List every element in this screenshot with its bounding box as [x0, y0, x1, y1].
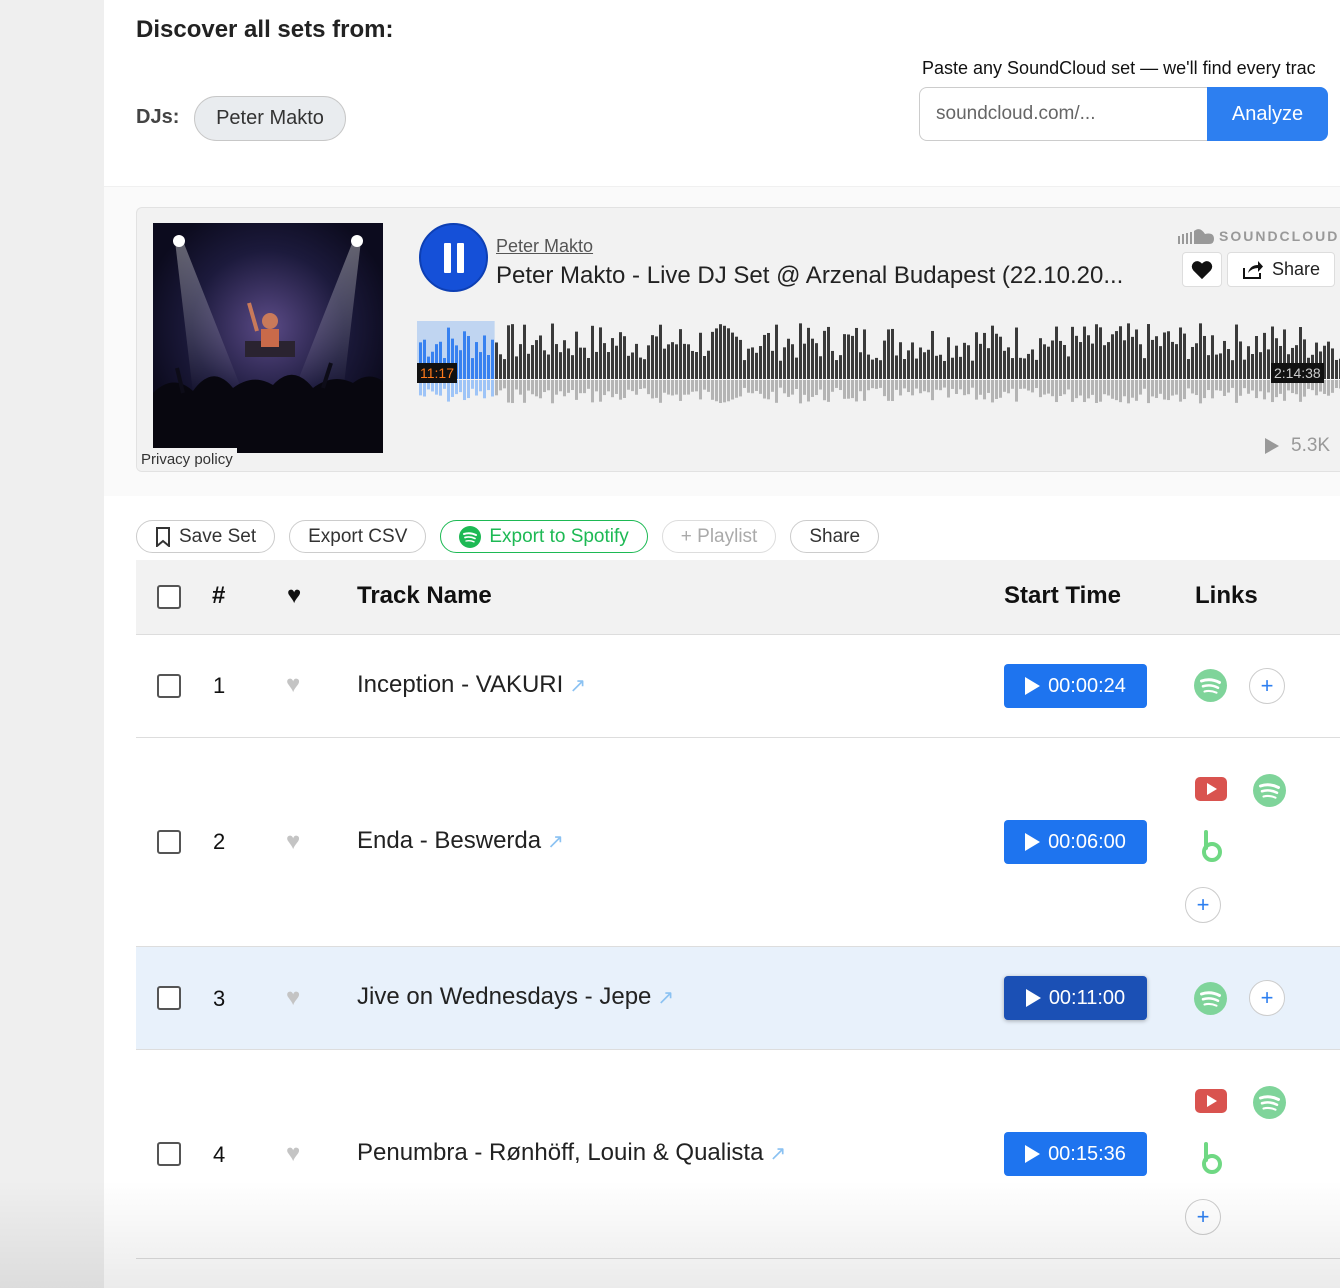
- table-header: # ♥ Track Name Start Time Links: [136, 560, 1340, 635]
- favorite-heart-icon[interactable]: ♥: [286, 984, 300, 1012]
- export-spotify-button[interactable]: Export to Spotify: [440, 520, 648, 553]
- play-icon: [1025, 833, 1041, 851]
- start-time-label: 00:00:24: [1048, 674, 1126, 697]
- like-button[interactable]: [1182, 252, 1222, 287]
- row-number: 4: [213, 1142, 226, 1167]
- header-number: #: [212, 582, 226, 609]
- soundcloud-icon: [1178, 229, 1214, 244]
- dj-chip-peter-makto[interactable]: Peter Makto: [194, 96, 346, 141]
- external-link-icon[interactable]: ↗: [547, 831, 564, 853]
- favorite-heart-icon[interactable]: ♥: [286, 1140, 300, 1168]
- add-link-button[interactable]: +: [1185, 887, 1221, 923]
- set-actions-toolbar: Save Set Export CSV Export to Spotify + …: [136, 520, 893, 553]
- set-title[interactable]: Peter Makto - Live DJ Set @ Arzenal Buda…: [496, 262, 1123, 290]
- header-start-time: Start Time: [1004, 582, 1121, 609]
- table-row: 2 ♥ Enda - Beswerda ↗ 00:06:00 +: [136, 738, 1340, 947]
- start-time-label: 00:11:00: [1048, 986, 1126, 1009]
- uploader-link[interactable]: Peter Makto: [496, 236, 593, 257]
- start-time-button[interactable]: 00:06:00: [1004, 820, 1147, 864]
- total-duration: 2:14:38: [1271, 363, 1324, 383]
- row-checkbox[interactable]: [157, 986, 181, 1010]
- play-count-icon: [1265, 438, 1279, 454]
- play-icon: [1025, 1145, 1041, 1163]
- track-name-text: Inception - VAKURI: [357, 671, 564, 698]
- track-name-text: Enda - Beswerda: [357, 827, 542, 854]
- player-share-label: Share: [1271, 259, 1321, 279]
- soundcloud-brand-text: SOUNDCLOUD: [1219, 228, 1340, 244]
- row-checkbox[interactable]: [157, 674, 181, 698]
- soundcloud-player: Privacy policy Peter Makto Peter Makto -…: [136, 207, 1340, 472]
- spotify-link-icon[interactable]: [1194, 669, 1227, 702]
- table-row: 1 ♥ Inception - VAKURI ↗ 00:00:24 +: [136, 635, 1340, 738]
- analyze-button[interactable]: Analyze: [1207, 87, 1328, 141]
- heart-icon: [1191, 260, 1213, 279]
- export-spotify-label: Export to Spotify: [489, 525, 629, 547]
- soundcloud-logo[interactable]: SOUNDCLOUD: [1178, 228, 1339, 244]
- page-title: Discover all sets from:: [136, 16, 394, 43]
- add-link-button[interactable]: +: [1185, 1199, 1221, 1235]
- header-favorite: ♥: [287, 582, 302, 609]
- set-artwork: [153, 223, 383, 453]
- soundcloud-url-input[interactable]: [919, 87, 1209, 141]
- track-name[interactable]: Enda - Beswerda ↗: [357, 827, 564, 855]
- row-number: 1: [213, 673, 226, 698]
- add-link-button[interactable]: +: [1249, 980, 1285, 1016]
- djs-label: DJs:: [136, 106, 180, 128]
- table-row: 4 ♥ Penumbra - Rønhöff, Louin & Qualista…: [136, 1050, 1340, 1259]
- pause-button[interactable]: [419, 223, 488, 292]
- track-name[interactable]: Inception - VAKURI ↗: [357, 671, 586, 699]
- save-set-label: Save Set: [179, 525, 257, 547]
- export-csv-button[interactable]: Export CSV: [289, 520, 427, 553]
- analyze-hint: Paste any SoundCloud set — we'll find ev…: [922, 58, 1316, 78]
- start-time-button[interactable]: 00:11:00: [1004, 976, 1147, 1020]
- play-icon: [1025, 989, 1041, 1007]
- start-time-button[interactable]: 00:00:24: [1004, 664, 1147, 708]
- privacy-policy-link[interactable]: Privacy policy: [137, 448, 237, 471]
- waveform[interactable]: [417, 321, 1340, 413]
- beatport-link-icon[interactable]: [1197, 1142, 1227, 1176]
- spotify-link-icon[interactable]: [1194, 982, 1227, 1015]
- main-page: Discover all sets from: DJs: Peter Makto…: [104, 0, 1340, 1288]
- player-section: Privacy policy Peter Makto Peter Makto -…: [104, 186, 1340, 496]
- share-icon: [1242, 260, 1263, 279]
- tracklist-table: # ♥ Track Name Start Time Links 1 ♥ Ince…: [136, 560, 1340, 1259]
- current-time: 11:17: [417, 363, 457, 383]
- row-checkbox[interactable]: [157, 1142, 181, 1166]
- save-set-button[interactable]: Save Set: [136, 520, 276, 553]
- start-time-label: 00:15:36: [1048, 1142, 1126, 1165]
- bookmark-icon: [156, 526, 170, 547]
- favorite-heart-icon[interactable]: ♥: [286, 671, 300, 699]
- youtube-link-icon[interactable]: [1195, 1088, 1227, 1114]
- external-link-icon[interactable]: ↗: [569, 675, 586, 697]
- external-link-icon[interactable]: ↗: [657, 987, 674, 1009]
- add-link-button[interactable]: +: [1249, 668, 1285, 704]
- row-number: 2: [213, 829, 226, 854]
- table-row-active: 3 ♥ Jive on Wednesdays - Jepe ↗ 00:11:00 …: [136, 947, 1340, 1050]
- pause-icon: [443, 242, 451, 273]
- beatport-link-icon[interactable]: [1197, 830, 1227, 864]
- share-set-button[interactable]: Share: [790, 520, 880, 553]
- track-name-text: Jive on Wednesdays - Jepe: [357, 983, 652, 1010]
- track-name[interactable]: Penumbra - Rønhöff, Louin & Qualista ↗: [357, 1139, 786, 1167]
- add-to-playlist-button[interactable]: + Playlist: [661, 520, 777, 553]
- spotify-link-icon[interactable]: [1253, 774, 1286, 807]
- header-links: Links: [1195, 582, 1258, 609]
- row-checkbox[interactable]: [157, 830, 181, 854]
- player-share-button[interactable]: Share: [1227, 252, 1335, 287]
- youtube-link-icon[interactable]: [1195, 776, 1227, 802]
- start-time-label: 00:06:00: [1048, 830, 1126, 853]
- header-track-name: Track Name: [357, 582, 492, 609]
- play-icon: [1025, 677, 1041, 695]
- track-name[interactable]: Jive on Wednesdays - Jepe ↗: [357, 983, 674, 1011]
- play-count: 5.3K: [1265, 435, 1330, 457]
- select-all-checkbox[interactable]: [157, 585, 181, 609]
- external-link-icon[interactable]: ↗: [769, 1143, 786, 1165]
- play-count-value: 5.3K: [1291, 435, 1331, 456]
- track-name-text: Penumbra - Rønhöff, Louin & Qualista: [357, 1139, 764, 1166]
- spotify-link-icon[interactable]: [1253, 1086, 1286, 1119]
- start-time-button[interactable]: 00:15:36: [1004, 1132, 1147, 1176]
- row-number: 3: [213, 986, 226, 1011]
- spotify-icon: [459, 525, 482, 548]
- favorite-heart-icon[interactable]: ♥: [286, 828, 300, 856]
